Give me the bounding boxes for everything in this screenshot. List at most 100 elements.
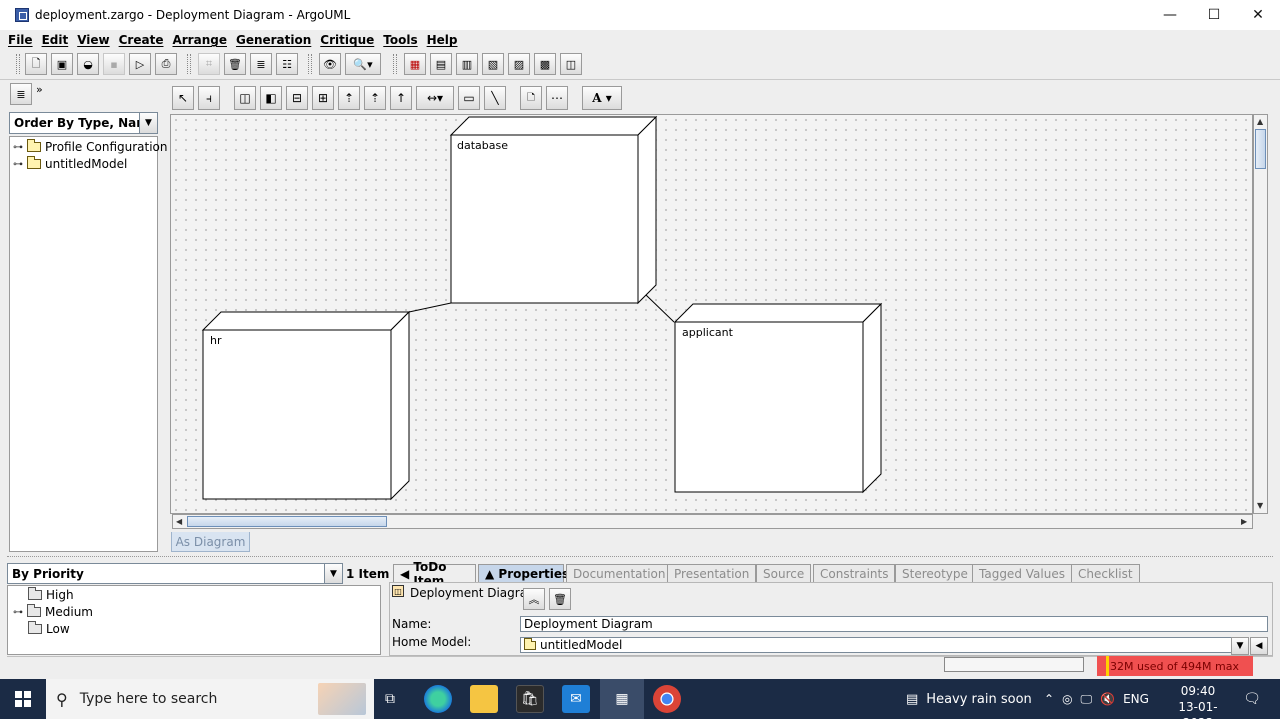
expand-icon[interactable]: ⊶: [13, 142, 23, 153]
close-button[interactable]: ✕: [1236, 0, 1280, 30]
expand-icon[interactable]: ⊶: [13, 159, 23, 170]
volume-muted-icon[interactable]: 🔇: [1100, 692, 1115, 706]
open-folder-icon[interactable]: ◒: [77, 53, 99, 75]
microsoft-store-icon[interactable]: 🛍: [516, 685, 544, 713]
tab-todo-item[interactable]: ◀ ToDo Item: [393, 560, 476, 588]
tab-constraints[interactable]: Constraints: [813, 564, 896, 582]
node-tool-icon[interactable]: ◫: [234, 86, 256, 110]
new-deployment-diagram-icon[interactable]: ◫: [560, 53, 582, 75]
diagram-canvas[interactable]: database hr applicant: [170, 114, 1253, 514]
open-project-icon[interactable]: ▣: [51, 53, 73, 75]
tree-options-icon[interactable]: ≣: [10, 83, 32, 105]
new-collaboration-diagram-icon[interactable]: ▨: [508, 53, 530, 75]
print-icon[interactable]: ⎙: [155, 53, 177, 75]
file-explorer-icon[interactable]: [470, 685, 498, 713]
task-view-icon[interactable]: ⧉: [376, 685, 404, 713]
toolbar-grip[interactable]: [308, 54, 312, 74]
save-icon[interactable]: ▪: [103, 53, 125, 75]
tab-properties[interactable]: ▲ Properties: [478, 564, 569, 582]
align-icon[interactable]: ≣: [250, 53, 272, 75]
minimize-button[interactable]: —: [1148, 0, 1192, 30]
scroll-thumb[interactable]: [1255, 129, 1266, 169]
expand-icon[interactable]: ⊶: [13, 607, 23, 618]
new-state-diagram-icon[interactable]: ▥: [456, 53, 478, 75]
new-usecase-diagram-icon[interactable]: ▤: [430, 53, 452, 75]
dependency-tool-icon[interactable]: ↑: [390, 86, 412, 110]
menu-edit[interactable]: Edit: [42, 33, 69, 47]
menu-tools[interactable]: Tools: [383, 33, 417, 47]
tab-as-diagram[interactable]: As Diagram: [171, 532, 250, 552]
new-activity-diagram-icon[interactable]: ▧: [482, 53, 504, 75]
language-indicator[interactable]: ENG: [1123, 692, 1149, 706]
delete-icon[interactable]: 🗑: [224, 53, 246, 75]
scroll-down-icon[interactable]: ▼: [1257, 501, 1263, 510]
component-tool-icon[interactable]: ⊟: [286, 86, 308, 110]
toolbar-grip[interactable]: [393, 54, 397, 74]
toolbar-grip[interactable]: [187, 54, 191, 74]
scroll-left-icon[interactable]: ◀: [176, 517, 182, 526]
generalization-tool-icon[interactable]: ⇡: [338, 86, 360, 110]
component-instance-tool-icon[interactable]: ⊞: [312, 86, 334, 110]
todo-item-low[interactable]: Low: [28, 621, 70, 636]
association-tool-icon[interactable]: ↔▾: [416, 86, 454, 110]
menu-help[interactable]: Help: [427, 33, 458, 47]
tab-presentation[interactable]: Presentation: [667, 564, 757, 582]
todo-item-medium[interactable]: ⊶ Medium: [13, 604, 93, 619]
tab-tagged-values[interactable]: Tagged Values: [972, 564, 1072, 582]
start-button[interactable]: [0, 679, 46, 719]
chevron-up-icon[interactable]: ⌃: [1044, 692, 1054, 706]
new-sequence-diagram-icon[interactable]: ▩: [534, 53, 556, 75]
association-hr-database[interactable]: [408, 302, 452, 313]
menu-critique[interactable]: Critique: [320, 33, 374, 47]
weather-widget[interactable]: ▤ Heavy rain soon: [906, 679, 1032, 719]
more-icon[interactable]: »: [36, 83, 43, 96]
chevron-left-icon[interactable]: ◀: [1250, 637, 1268, 655]
chevron-down-icon[interactable]: ▼: [1231, 637, 1249, 655]
comment-tool-icon[interactable]: 🗅: [520, 86, 542, 110]
chevron-down-icon[interactable]: ▼: [324, 564, 342, 583]
comment-link-tool-icon[interactable]: ⋯: [546, 86, 568, 110]
menu-view[interactable]: View: [77, 33, 109, 47]
tab-documentation[interactable]: Documentation: [566, 564, 673, 582]
maximize-button[interactable]: ☐: [1192, 0, 1236, 30]
edge-browser-icon[interactable]: [424, 685, 452, 713]
meet-now-icon[interactable]: ◎: [1062, 692, 1072, 706]
network-icon[interactable]: 🖵: [1081, 692, 1093, 707]
navigate-up-icon[interactable]: ︽: [523, 588, 545, 610]
argouml-taskbar-icon[interactable]: ▦: [600, 679, 644, 719]
node-instance-tool-icon[interactable]: ◧: [260, 86, 282, 110]
split-divider[interactable]: [7, 556, 1273, 560]
menu-file[interactable]: File: [8, 33, 33, 47]
menu-arrange[interactable]: Arrange: [172, 33, 227, 47]
find-icon[interactable]: 👁: [319, 53, 341, 75]
taskbar-search-box[interactable]: ⚲ Type here to search: [46, 679, 374, 719]
todo-group-select[interactable]: By Priority ▼: [7, 563, 343, 584]
realization-tool-icon[interactable]: ⇡: [364, 86, 386, 110]
clock[interactable]: 09:40 13-01-2023: [1166, 683, 1230, 719]
menu-create[interactable]: Create: [119, 33, 164, 47]
new-project-icon[interactable]: 🗋: [25, 53, 47, 75]
scroll-up-icon[interactable]: ▲: [1257, 117, 1263, 126]
toolbar-grip[interactable]: [16, 54, 20, 74]
chrome-browser-icon[interactable]: [653, 685, 681, 713]
menu-generation[interactable]: Generation: [236, 33, 311, 47]
delete-icon[interactable]: 🗑: [549, 588, 571, 610]
new-class-diagram-icon[interactable]: ▦: [404, 53, 426, 75]
chevron-down-icon[interactable]: ▼: [139, 113, 157, 133]
tab-checklist[interactable]: Checklist: [1071, 564, 1140, 582]
zoom-icon[interactable]: 🔍▾: [345, 53, 381, 75]
text-tool-icon[interactable]: A ▾: [582, 86, 622, 110]
mail-icon[interactable]: ✉: [562, 685, 590, 713]
order-by-select[interactable]: Order By Type, Name ▼: [9, 112, 158, 134]
tab-source[interactable]: Source: [756, 564, 812, 582]
line-tool-icon[interactable]: ╲: [484, 86, 506, 110]
todo-item-high[interactable]: High: [28, 587, 74, 602]
name-field[interactable]: Deployment Diagram: [520, 616, 1268, 632]
distribute-icon[interactable]: ☷: [276, 53, 298, 75]
node-hr[interactable]: [201, 310, 411, 501]
tree-item-profile-configuration[interactable]: ⊶ Profile Configuration: [13, 139, 168, 154]
scroll-right-icon[interactable]: ▶: [1241, 517, 1247, 526]
notifications-icon[interactable]: 🗨: [1238, 685, 1266, 713]
horizontal-scrollbar[interactable]: ◀ ▶: [172, 514, 1253, 529]
home-model-select[interactable]: untitledModel: [520, 637, 1232, 653]
